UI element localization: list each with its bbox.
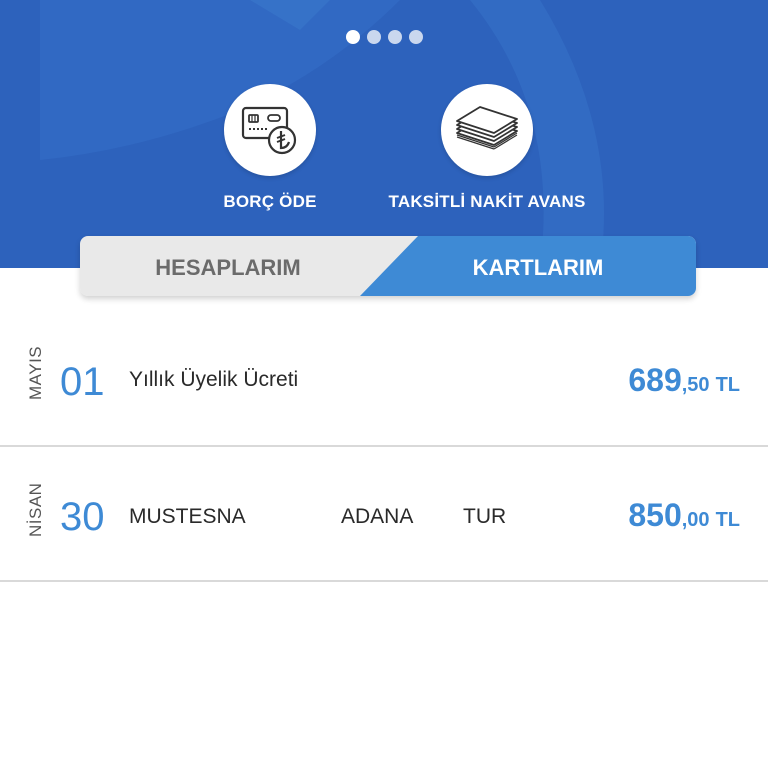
transaction-month: NİSAN <box>26 482 45 537</box>
cash-advance-label: TAKSİTLİ NAKİT AVANS <box>388 192 586 211</box>
transaction-amount: 689,50 TL <box>628 362 740 399</box>
transaction-row[interactable]: MAYIS 01 Yıllık Üyelik Ücreti 689,50 TL <box>0 312 768 447</box>
amount-currency: TL <box>715 374 740 396</box>
cash-advance-button[interactable] <box>441 84 533 176</box>
page-dot-3[interactable] <box>387 30 402 44</box>
page-dot-1[interactable] <box>345 30 360 44</box>
banknotes-stack-icon <box>456 106 518 150</box>
transaction-list: MAYIS 01 Yıllık Üyelik Ücreti 689,50 TL N… <box>0 312 768 582</box>
amount-integer: 850 <box>628 497 682 533</box>
transaction-day: 30 <box>60 495 105 539</box>
amount-decimal: ,50 <box>681 374 710 396</box>
page-dot-4[interactable] <box>408 30 423 44</box>
pay-debt-action[interactable]: BORÇ ÖDE <box>200 84 340 212</box>
card-lira-icon <box>241 106 297 155</box>
account-card-tabs: HESAPLARIM KARTLARIM <box>80 236 696 296</box>
amount-integer: 689 <box>628 362 682 398</box>
transaction-row[interactable]: NİSAN 30 MUSTESNA ADANA TUR 850,00 TL <box>0 447 768 582</box>
transaction-month: MAYIS <box>26 345 45 400</box>
transaction-description: Yıllık Üyelik Ücreti <box>129 368 299 391</box>
header-banner: BORÇ ÖDE TAKSİTLİ NAKİT AVANS <box>0 0 768 268</box>
cash-advance-action[interactable]: TAKSİTLİ NAKİT AVANS <box>380 84 594 212</box>
transaction-day: 01 <box>60 360 105 404</box>
amount-decimal: ,00 <box>681 509 710 531</box>
tab-cards[interactable]: KARTLARIM <box>380 236 696 296</box>
transaction-amount: 850,00 TL <box>628 497 740 534</box>
pay-debt-label: BORÇ ÖDE <box>223 192 317 211</box>
app-screen: BORÇ ÖDE TAKSİTLİ NAKİT AVANS HESAPLARIM… <box>0 0 768 768</box>
page-indicator[interactable] <box>0 30 768 44</box>
transaction-country: TUR <box>463 505 507 528</box>
quick-actions: BORÇ ÖDE TAKSİTLİ NAKİT AVANS <box>0 84 768 214</box>
pay-debt-button[interactable] <box>224 84 316 176</box>
page-dot-2[interactable] <box>366 30 381 44</box>
amount-currency: TL <box>715 509 740 531</box>
tab-accounts[interactable]: HESAPLARIM <box>80 236 376 296</box>
transaction-city: ADANA <box>341 505 414 528</box>
transaction-description: MUSTESNA <box>129 505 246 528</box>
